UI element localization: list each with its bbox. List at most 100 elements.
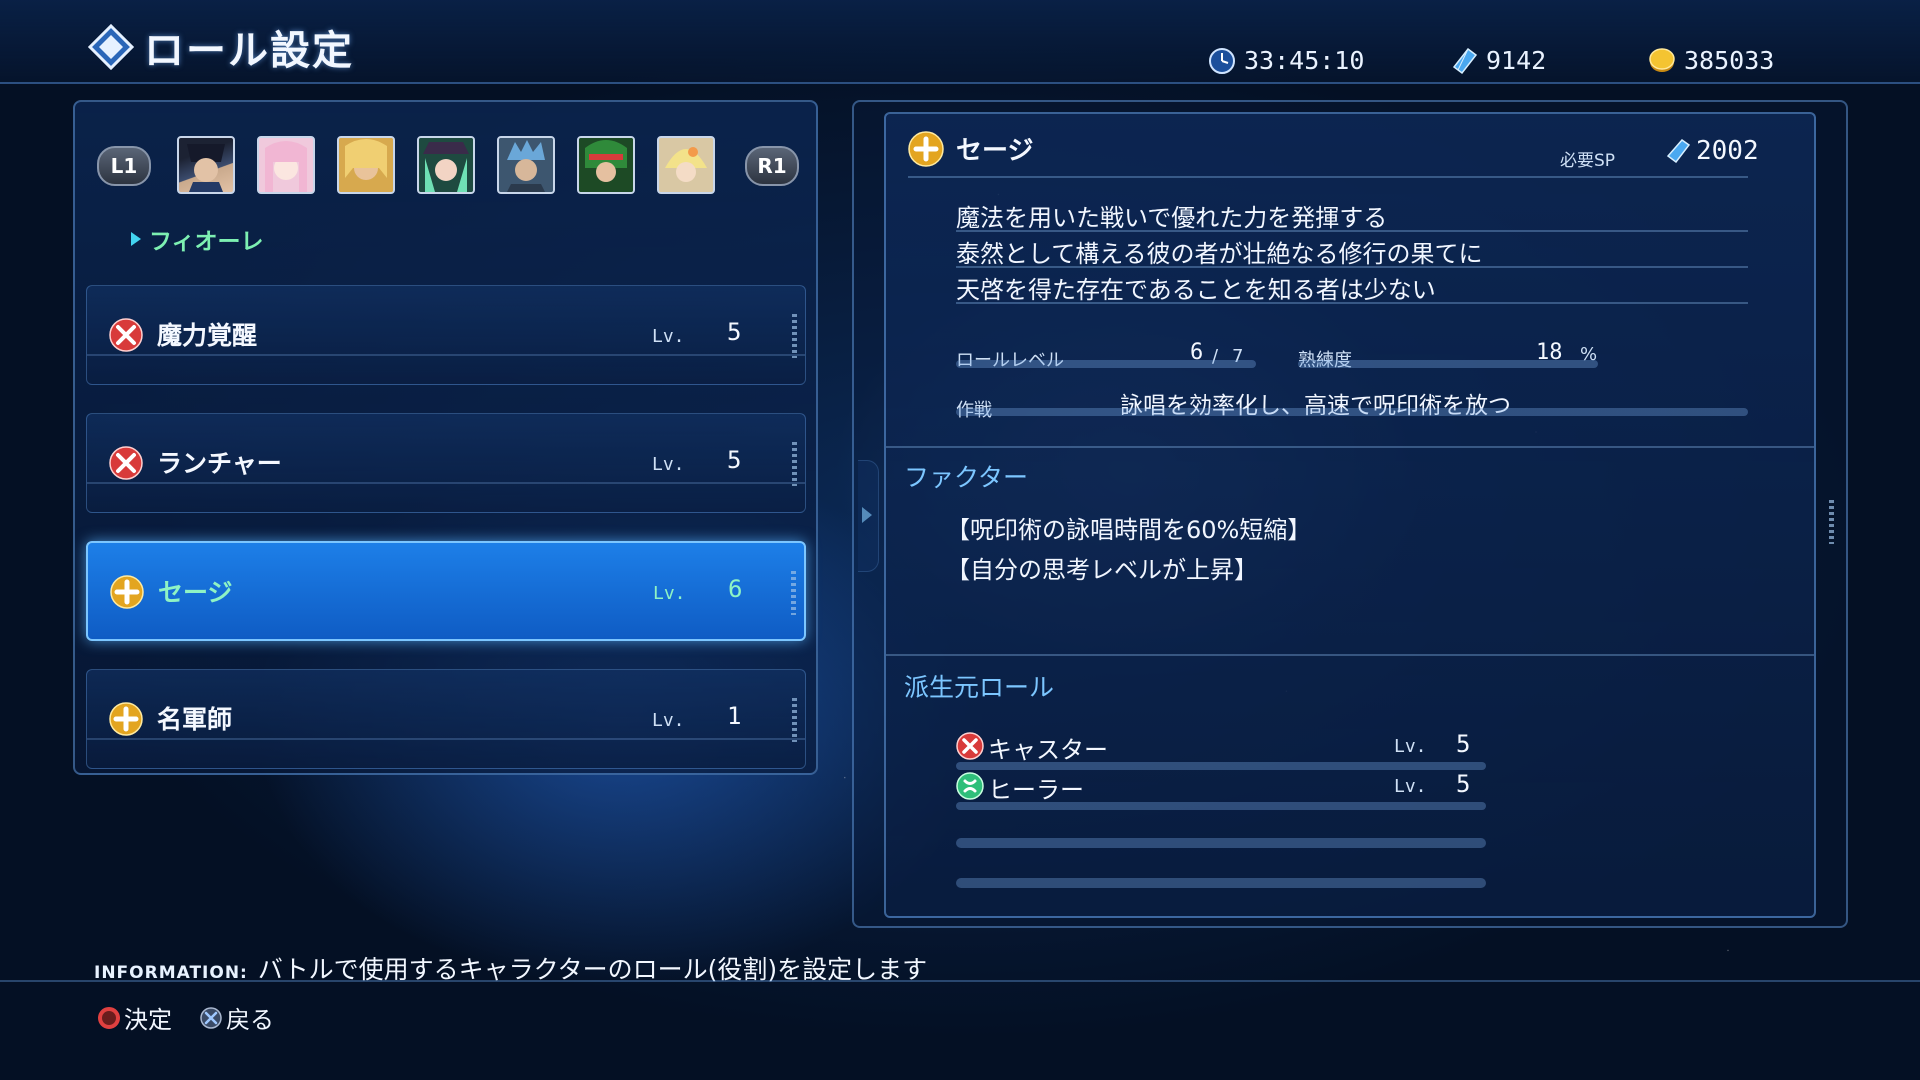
divider	[956, 266, 1748, 268]
sp-display: 9142	[1450, 46, 1546, 75]
level-label: Lv.	[652, 326, 685, 347]
character-portrait-2[interactable]	[257, 136, 315, 194]
level-label: Lv.	[652, 454, 685, 475]
row-divider	[87, 482, 805, 484]
selected-character-name: フィオーレ	[131, 222, 264, 256]
role-level-label: ロールレベル	[956, 350, 1064, 371]
level-label: Lv.	[1394, 776, 1427, 797]
role-list-panel: L1 R1 フィオーレ 魔力覚醒 Lv. 5 ランチャー Lv. 5 セージ L…	[73, 100, 818, 775]
support-role-icon	[109, 702, 143, 736]
support-role-icon	[110, 575, 144, 609]
playtime-display: 33:45:10	[1208, 46, 1364, 75]
row-bar	[956, 802, 1486, 810]
level-value: 5	[727, 446, 742, 474]
derived-role-name: ヒーラー	[988, 776, 1084, 804]
scroll-tick	[792, 698, 797, 742]
attack-role-icon	[956, 732, 984, 760]
prev-character-button[interactable]: L1	[97, 146, 151, 186]
header-bar: ロール設定 33:45:10 9142 385033	[0, 0, 1920, 84]
role-name: 魔力覚醒	[157, 321, 258, 350]
description-line-2: 泰然として構える彼の者が壮絶なる修行の果てに	[956, 240, 1483, 268]
detail-role-name: セージ	[956, 136, 1034, 166]
description-line-1: 魔法を用いた戦いで優れた力を発揮する	[956, 204, 1388, 232]
derived-role-healer: ヒーラー Lv. 5	[956, 768, 1486, 810]
circle-button-icon	[98, 1006, 120, 1029]
money-display: 385033	[1648, 46, 1774, 75]
character-portrait-5[interactable]	[497, 136, 555, 194]
attack-role-icon	[109, 446, 143, 480]
character-portrait-3[interactable]	[337, 136, 395, 194]
scroll-tick	[1829, 500, 1834, 544]
level-label: Lv.	[652, 710, 685, 731]
caret-right-icon	[131, 232, 141, 246]
level-value: 5	[727, 318, 742, 346]
gold-coin-icon	[1649, 47, 1675, 72]
title-group: ロール設定	[88, 18, 354, 76]
derived-role-name: キャスター	[988, 736, 1108, 764]
confirm-button[interactable]: 決定	[98, 1000, 172, 1035]
divider	[956, 230, 1748, 232]
tactic-bar	[956, 408, 1748, 416]
dark-hair-character-icon	[187, 144, 225, 192]
sp-crystal-icon	[1452, 47, 1478, 74]
factor-item-2: 【自分の思考レベルが上昇】	[946, 556, 1258, 584]
back-label: 戻る	[226, 1006, 274, 1034]
empty-derived-slot	[956, 878, 1486, 888]
character-portrait-4[interactable]	[417, 136, 475, 194]
attack-role-icon	[109, 318, 143, 352]
role-row-maryoku-kakusei[interactable]: 魔力覚醒 Lv. 5	[86, 285, 806, 385]
clock-icon	[1209, 47, 1235, 74]
role-level-bar	[956, 360, 1256, 368]
sp-crystal-icon	[1666, 139, 1690, 163]
confirm-label: 決定	[124, 1006, 172, 1034]
detail-header: セージ	[908, 130, 1033, 167]
money-value: 385033	[1684, 46, 1775, 75]
empty-derived-slot	[956, 838, 1486, 848]
next-character-button[interactable]: R1	[745, 146, 799, 186]
character-name-text: フィオーレ	[149, 229, 264, 255]
pink-hair-character-icon	[259, 138, 313, 192]
blonde-character-icon	[339, 138, 393, 192]
factor-item-1: 【呪印術の詠唱時間を60%短縮】	[946, 516, 1312, 544]
description-line-3: 天啓を得た存在であることを知る者は少ない	[956, 276, 1436, 304]
playtime-value: 33:45:10	[1244, 46, 1365, 75]
level-label: Lv.	[653, 583, 686, 604]
divider	[956, 302, 1748, 304]
row-divider	[87, 354, 805, 356]
red-haired-character-icon	[579, 138, 633, 192]
required-sp: 2002	[1666, 136, 1759, 166]
page-title: ロール設定	[144, 28, 354, 74]
role-detail-panel: セージ 必要SP 2002 魔法を用いた戦いで優れた力を発揮する 泰然として構え…	[884, 112, 1834, 918]
cross-button-icon	[200, 1006, 222, 1029]
heal-role-icon	[956, 772, 984, 800]
level-value: 5	[1456, 730, 1471, 758]
section-divider	[886, 654, 1814, 656]
required-sp-value: 2002	[1696, 136, 1759, 166]
divider	[908, 176, 1748, 178]
back-button[interactable]: 戻る	[200, 1000, 274, 1035]
role-name: セージ	[158, 578, 233, 607]
footer-divider	[0, 980, 1920, 982]
section-divider	[886, 446, 1814, 448]
character-portrait-1[interactable]	[177, 136, 235, 194]
character-portrait-7[interactable]	[657, 136, 715, 194]
hooded-character-icon	[659, 138, 713, 192]
role-name: 名軍師	[157, 705, 233, 734]
character-portrait-6[interactable]	[577, 136, 635, 194]
support-role-icon	[908, 130, 944, 167]
scroll-tick	[791, 571, 796, 615]
role-row-launcher[interactable]: ランチャー Lv. 5	[86, 413, 806, 513]
factor-section-title: ファクター	[904, 463, 1029, 492]
scroll-tick	[792, 442, 797, 486]
blue-hair-character-icon	[499, 138, 553, 192]
role-row-sage[interactable]: セージ Lv. 6	[86, 541, 806, 641]
level-label: Lv.	[1394, 736, 1427, 757]
required-sp-label: 必要SP	[1560, 151, 1616, 171]
role-name: ランチャー	[157, 449, 282, 478]
scroll-tick	[792, 314, 797, 358]
level-value: 6	[728, 575, 743, 603]
title-diamond-icon	[88, 24, 134, 70]
role-row-meigunshi[interactable]: 名軍師 Lv. 1	[86, 669, 806, 769]
level-value: 1	[727, 702, 742, 730]
derived-section-title: 派生元ロール	[904, 673, 1055, 702]
